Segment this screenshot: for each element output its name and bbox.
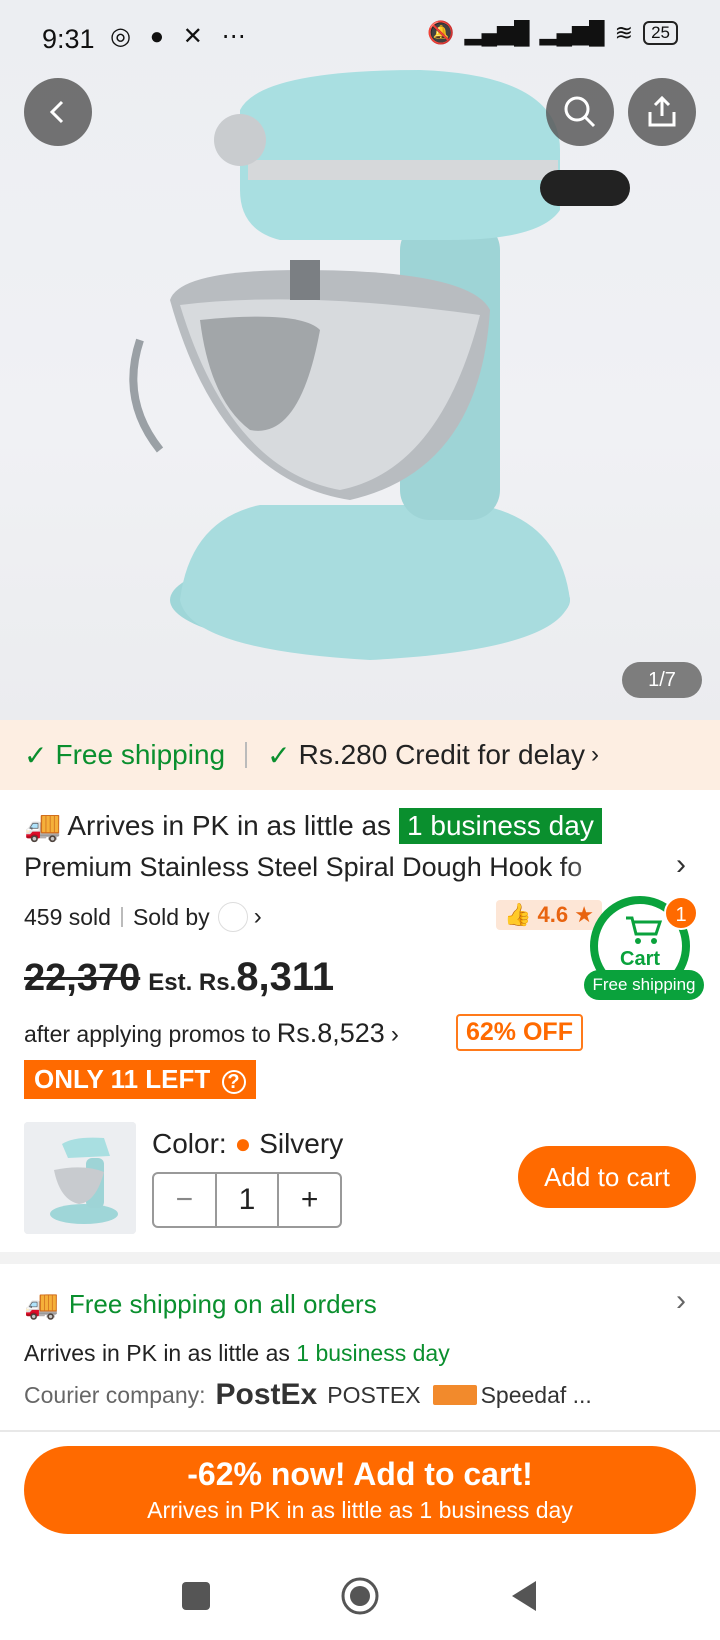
color-value: Silvery — [259, 1128, 344, 1159]
speedaf-logo — [432, 1385, 477, 1405]
postex-name: POSTEX — [327, 1381, 421, 1408]
main-add-to-cart-button[interactable]: -62% now! Add to cart! Arrives in PK in … — [24, 1446, 696, 1534]
shipping-banner[interactable]: ✓ Free shipping ✓ Rs.280 Credit for dela… — [0, 720, 720, 790]
cta-line1: -62% now! Add to cart! — [187, 1456, 533, 1492]
delivery-estimate: 🚚 Arrives in PK in as little as 1 busine… — [24, 808, 602, 844]
est-label: Est. Rs. — [148, 969, 237, 996]
price-row: 22,370 Est. Rs. 8,311 — [24, 955, 334, 1000]
chevron-left-icon — [49, 100, 64, 124]
stock-text: ONLY 11 LEFT — [34, 1064, 211, 1094]
check-icon: ✓ — [267, 739, 291, 771]
check-icon: ✓ — [24, 739, 48, 771]
sold-by-label: Sold by — [132, 903, 210, 930]
discount-badge: 62% OFF — [456, 1014, 583, 1051]
signal-icon-2: ▂▄▆█ — [539, 20, 605, 45]
courier-row: Courier company: PostEx POSTEX Speedaf .… — [24, 1378, 592, 1412]
cta-line2: Arrives in PK in as little as 1 business… — [147, 1497, 573, 1523]
stock-badge[interactable]: ONLY 11 LEFT ? — [24, 1060, 256, 1099]
postex-logo: PostEx — [215, 1378, 318, 1411]
chevron-right-icon: › — [390, 1021, 399, 1048]
notification-icons: ◎ ● ✕ ⋯ — [110, 23, 252, 50]
system-nav-bar — [0, 1560, 720, 1640]
speedaf-name: Speedaf ... — [480, 1381, 592, 1408]
sale-price: 8,311 — [236, 955, 335, 999]
quantity-value[interactable]: 1 — [214, 1174, 280, 1226]
promo-price: Rs.8,523 — [276, 1018, 385, 1048]
signal-icon: ▂▄▆█ — [464, 20, 530, 45]
mute-icon: 🔕 — [427, 20, 455, 45]
delivery-info: Arrives in PK in as little as 1 business… — [24, 1340, 450, 1367]
delivery-prefix: Arrives in PK in as little as — [24, 1340, 290, 1366]
promo-text: after applying promos to — [24, 1021, 271, 1047]
thumbs-up-icon: 👍 — [504, 902, 532, 927]
free-shipping-title: Free shipping on all orders — [68, 1289, 377, 1319]
seller-avatar — [217, 902, 248, 932]
status-right: 🔕 ▂▄▆█ ▂▄▆█ ≋ 25 — [427, 20, 678, 46]
credit-label: Rs.280 Credit for delay — [298, 739, 585, 770]
recent-apps-icon[interactable] — [180, 1580, 212, 1612]
color-label: Color: — [152, 1128, 227, 1159]
arrives-text: Arrives in PK in as little as — [67, 810, 392, 841]
help-icon: ? — [221, 1070, 246, 1094]
decrement-button[interactable]: − — [154, 1183, 215, 1217]
cart-free-shipping-tag: Free shipping — [584, 970, 704, 1000]
color-selector: Color: ● Silvery — [152, 1128, 343, 1160]
cart-label: Cart — [620, 948, 661, 970]
cart-count-badge: 1 — [664, 896, 698, 930]
increment-button[interactable]: + — [279, 1183, 340, 1217]
chevron-right-icon: › — [590, 741, 599, 768]
sold-row[interactable]: 459 sold Sold by › — [24, 902, 262, 932]
original-price: 22,370 — [24, 957, 141, 999]
section-divider — [0, 1252, 720, 1264]
back-button[interactable] — [24, 78, 92, 146]
courier-label: Courier company: — [24, 1381, 206, 1408]
variant-thumbnail[interactable] — [24, 1122, 136, 1234]
share-button[interactable] — [628, 78, 696, 146]
search-icon — [564, 96, 596, 128]
sold-count: 459 sold — [24, 903, 111, 930]
bottom-divider — [0, 1430, 720, 1432]
share-icon — [648, 95, 676, 127]
divider — [245, 742, 248, 768]
arrives-badge: 1 business day — [399, 808, 602, 844]
chevron-right-icon[interactable]: › — [676, 848, 686, 882]
title-fade — [560, 852, 680, 888]
status-time: 9:31 — [42, 24, 95, 54]
add-to-cart-button[interactable]: Add to cart — [518, 1146, 696, 1208]
rating-value: 4.6 — [537, 902, 569, 927]
battery-icon: 25 — [643, 21, 678, 45]
chevron-right-icon[interactable]: › — [676, 1284, 686, 1318]
image-counter: 1/7 — [622, 662, 702, 698]
free-shipping-all-orders[interactable]: 🚚 Free shipping on all orders — [24, 1288, 377, 1321]
product-thumbnail-image — [24, 1122, 136, 1234]
wifi-icon: ≋ — [614, 20, 634, 45]
delivery-highlight: 1 business day — [296, 1340, 450, 1366]
cart-floating-button[interactable]: 1 Cart Free shipping — [584, 896, 704, 1002]
quantity-stepper: − 1 + — [152, 1172, 342, 1228]
back-nav-icon[interactable] — [508, 1579, 540, 1613]
status-bar: 9:31 ◎ ● ✕ ⋯ 🔕 ▂▄▆█ ▂▄▆█ ≋ 25 — [0, 0, 720, 80]
cart-icon — [626, 916, 663, 944]
truck-icon: 🚚 — [24, 809, 62, 843]
flame-icon: ● — [234, 1128, 252, 1159]
chevron-right-icon: › — [253, 903, 262, 930]
divider — [120, 907, 123, 927]
promo-row[interactable]: after applying promos to Rs.8,523 › — [24, 1018, 399, 1049]
search-button[interactable] — [546, 78, 614, 146]
truck-icon: 🚚 — [24, 1289, 59, 1320]
home-icon[interactable] — [340, 1576, 380, 1616]
free-shipping-label: Free shipping — [55, 739, 226, 770]
